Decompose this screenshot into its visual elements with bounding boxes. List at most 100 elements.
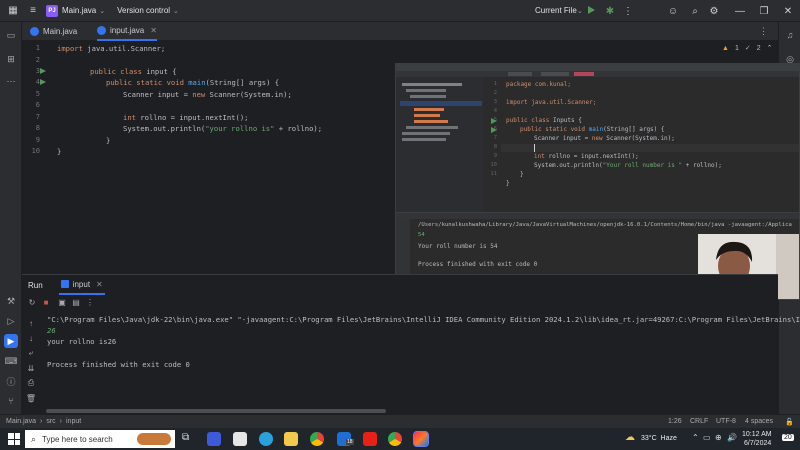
soft-wrap-icon[interactable]: ⤶: [25, 347, 37, 359]
chevron-up-icon[interactable]: ⌃: [767, 44, 773, 52]
scroll-up-icon[interactable]: ↑: [25, 317, 37, 329]
hamburger-menu-icon[interactable]: ≡: [26, 4, 40, 18]
search-icon[interactable]: ⌕: [688, 4, 702, 18]
problems-icon[interactable]: ⓘ: [4, 374, 18, 388]
youtube-icon[interactable]: [363, 432, 377, 446]
print-icon[interactable]: ⎙: [25, 377, 37, 389]
version-control-menu[interactable]: Version control: [117, 6, 170, 15]
indent-setting[interactable]: 4 spaces: [745, 418, 773, 425]
run-tool-icon[interactable]: ▷: [4, 314, 18, 328]
close-run-tab-icon[interactable]: ✕: [96, 280, 103, 289]
caret-position[interactable]: 1:26: [668, 418, 682, 425]
scroll-down-icon[interactable]: ↓: [25, 332, 37, 344]
weather-icon[interactable]: ☁: [625, 432, 635, 443]
intellij-idea-icon[interactable]: [413, 431, 429, 447]
chrome-icon[interactable]: [310, 432, 324, 446]
minimize-icon[interactable]: —: [733, 4, 747, 18]
tab-overflow-icon[interactable]: ⋮: [759, 26, 768, 37]
plugins-icon[interactable]: ⊞: [4, 52, 18, 66]
settings-gear-icon[interactable]: ⚙: [707, 4, 721, 18]
camera-icon[interactable]: ▣: [56, 296, 68, 308]
run-side-toolbar: ↑ ↓ ⤶ ⇊ ⎙ 🗑: [22, 295, 40, 415]
overlay-code-line: Scanner input = new Scanner(System.in);: [534, 135, 675, 142]
run-tab-label: input: [72, 279, 91, 289]
tab-input-java[interactable]: input.java ✕: [97, 22, 157, 41]
start-button[interactable]: [8, 433, 20, 445]
tree-row: [414, 114, 440, 117]
overlay-console-exit: Process finished with exit code 0: [418, 261, 538, 268]
build-icon[interactable]: ⚒: [4, 294, 18, 308]
breadcrumb-item[interactable]: Main.java: [6, 418, 36, 425]
restore-icon[interactable]: ❐: [757, 4, 771, 18]
weak-warning-count: 2: [756, 44, 761, 52]
code-line-4: public static void main(String[] args) {: [106, 78, 280, 87]
stop-icon[interactable]: ■: [40, 296, 52, 308]
layout-icon[interactable]: ▤: [70, 296, 82, 308]
tree-row: [414, 108, 444, 111]
windows-icon[interactable]: ▦: [6, 4, 20, 18]
line-number: 9: [35, 136, 40, 144]
overlay-line-number: 4: [493, 108, 497, 114]
clock-time[interactable]: 10:12 AM: [742, 431, 772, 438]
project-folder-icon[interactable]: ▭: [4, 28, 18, 42]
app-icon[interactable]: [233, 432, 247, 446]
run-active-icon[interactable]: ▶: [4, 334, 18, 348]
overlay-tab: [541, 72, 569, 76]
edge-icon[interactable]: [259, 432, 273, 446]
line-number: 7: [35, 113, 40, 121]
tray-chevron-icon[interactable]: ⌃: [692, 433, 699, 442]
warning-icon: ▲: [722, 44, 729, 52]
app-icon[interactable]: [207, 432, 221, 446]
overlay-line-number: 8: [493, 144, 497, 150]
run-tab-input[interactable]: input ✕: [58, 275, 105, 295]
lock-icon[interactable]: 🔓: [785, 418, 794, 426]
git-icon[interactable]: ⑂: [4, 394, 18, 408]
volume-icon[interactable]: 🔊: [727, 433, 737, 442]
file-encoding[interactable]: UTF-8: [716, 418, 736, 425]
console-horizontal-scrollbar[interactable]: [46, 409, 386, 413]
run-icon[interactable]: [588, 6, 595, 14]
overlay-run-main-icon: [491, 127, 497, 133]
tree-row: [406, 89, 446, 92]
terminal-icon[interactable]: ⌨: [4, 354, 18, 368]
more-icon[interactable]: ⋮: [84, 296, 96, 308]
more-tools-icon[interactable]: ⋯: [4, 74, 18, 88]
network-icon[interactable]: ▭: [703, 433, 711, 442]
close-tab-icon[interactable]: ✕: [150, 26, 157, 35]
more-options-icon[interactable]: ⋮: [621, 4, 635, 18]
run-class-gutter-icon[interactable]: [40, 68, 46, 74]
overlay-run-tabs: [396, 213, 799, 219]
chrome-icon[interactable]: [388, 432, 402, 446]
task-view-icon[interactable]: ⧉: [182, 432, 189, 443]
weather-text[interactable]: 33°C Haze: [641, 435, 677, 442]
wifi-icon[interactable]: ⊕: [715, 433, 722, 442]
scroll-to-end-icon[interactable]: ⇊: [25, 362, 37, 374]
clock-date[interactable]: 6/7/2024: [744, 440, 771, 447]
run-config-selector[interactable]: Current File: [535, 6, 577, 15]
notification-count[interactable]: 20: [782, 434, 794, 441]
notifications-bell-icon[interactable]: ♫: [783, 28, 797, 42]
run-main-gutter-icon[interactable]: [40, 79, 46, 85]
code-line-7: int rollno = input.nextInt();: [123, 113, 249, 122]
project-badge[interactable]: PJ: [46, 4, 58, 17]
close-icon[interactable]: ✕: [781, 4, 795, 18]
line-separator[interactable]: CRLF: [690, 418, 708, 425]
project-file-name[interactable]: Main.java: [62, 6, 96, 15]
breadcrumb-item[interactable]: src: [46, 418, 55, 425]
user-icon[interactable]: ☺: [666, 4, 680, 18]
run-tool-window: Run input ✕ ↻ ■ ▣ ▤ ⋮ ↑ ↓ ⤶ ⇊ ⎙ 🗑 "C:\Pr…: [22, 274, 800, 415]
overlay-caret-line: [501, 144, 799, 152]
overlay-code-line: }: [506, 180, 510, 187]
debug-icon[interactable]: ✱: [603, 4, 617, 18]
tab-label: input.java: [110, 26, 145, 35]
breadcrumb-item[interactable]: input: [66, 418, 81, 425]
search-icon: ⌕: [31, 433, 37, 444]
overlay-code-area: 1 2 3 4 5 6 7 8 9 10 11 package com.kunal; import …: [483, 77, 799, 212]
taskbar-search-box[interactable]: ⌕ Type here to search: [25, 430, 175, 448]
overlay-code-line: package com.kunal;: [506, 81, 572, 88]
file-explorer-icon[interactable]: [284, 432, 298, 446]
trash-icon[interactable]: 🗑: [25, 392, 37, 404]
tab-main-java[interactable]: Main.java: [30, 22, 77, 41]
inspection-widget[interactable]: ▲ 1 ✓ 2 ⌃: [722, 44, 773, 53]
overlay-line-number: 11: [490, 171, 497, 177]
